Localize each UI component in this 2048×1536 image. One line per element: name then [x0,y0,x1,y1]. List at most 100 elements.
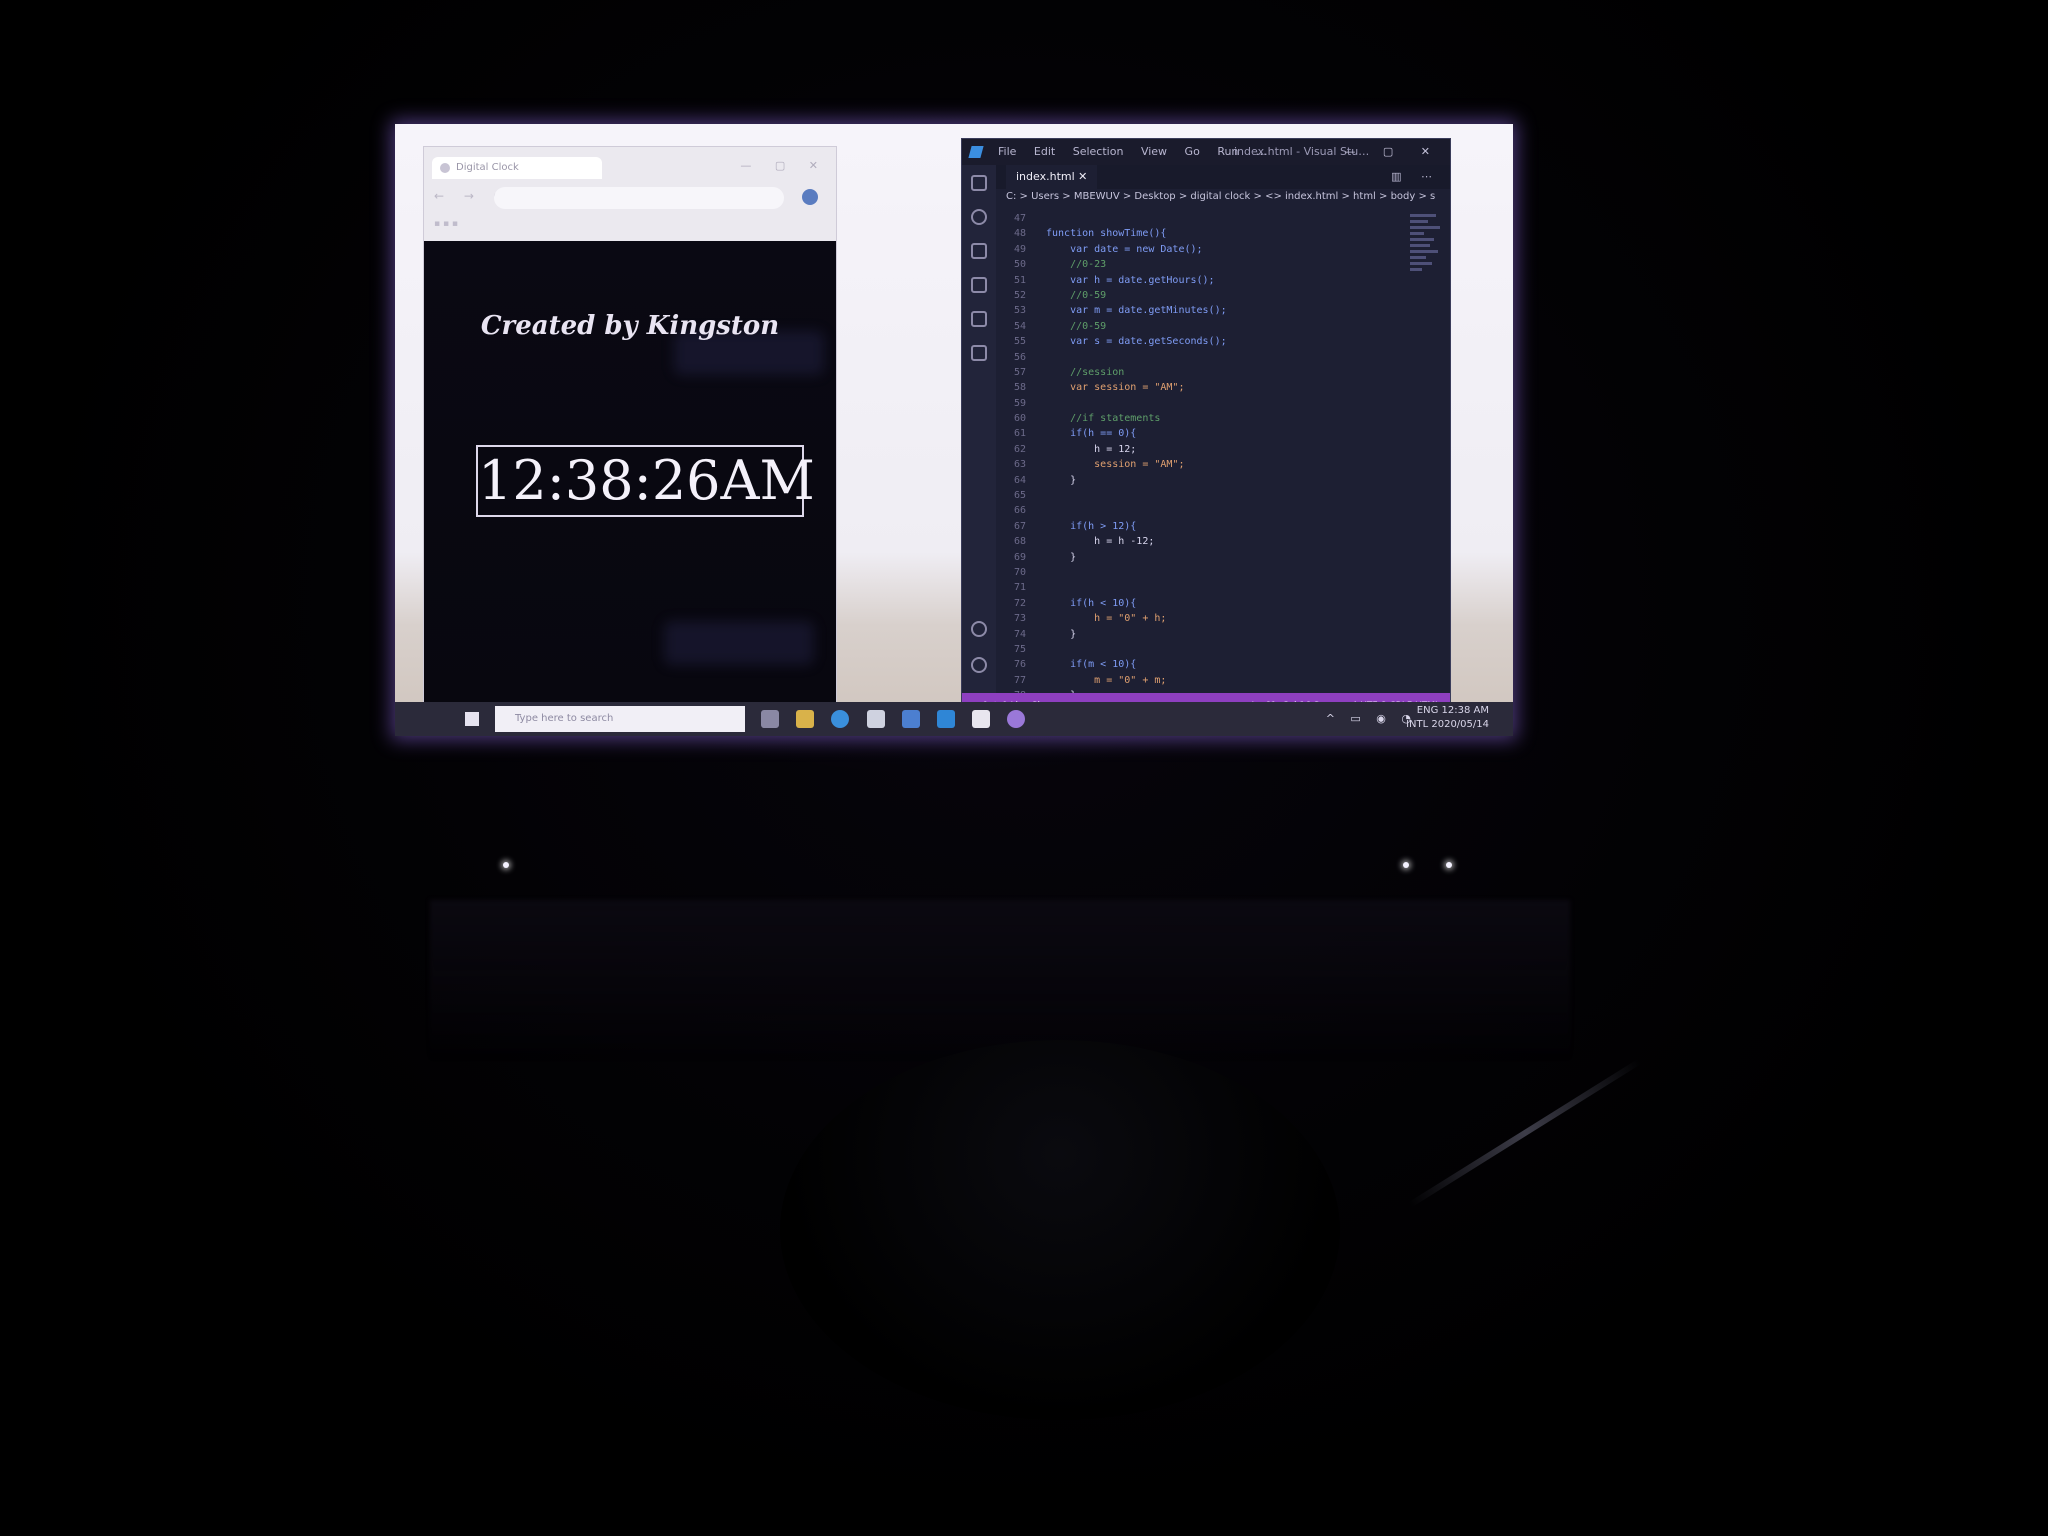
remote-icon[interactable] [971,345,987,361]
line-number: 53 [1013,305,1026,317]
line-number: 75 [1013,643,1026,655]
tray-region: INTL [1406,719,1429,730]
code-line: 56 [996,350,1406,365]
menu-view[interactable]: View [1141,145,1167,158]
line-number: 72 [1013,597,1026,609]
code-line: 76 if(m < 10){ [996,657,1406,672]
bookmarks-bar[interactable]: ▪ ▪ ▪ [434,219,458,229]
chrome-icon[interactable] [1007,710,1026,728]
tab-label: index.html [1016,170,1075,183]
code-text: } [1046,551,1077,563]
profile-avatar-icon[interactable] [802,189,818,205]
clock-title: Created by Kingston [480,311,780,341]
system-tray-clock[interactable]: ENG 12:38 AM INTL 2020/05/14 [1406,704,1489,732]
code-editor[interactable]: 47 48 function showTime(){49 var date = ne… [996,211,1406,693]
extensions-icon[interactable] [971,311,987,327]
code-text: var h = date.getHours(); [1046,274,1215,286]
line-number: 68 [1013,536,1026,548]
address-bar[interactable] [494,187,784,209]
run-debug-icon[interactable] [971,277,987,293]
edge-browser-icon[interactable] [831,710,850,728]
line-number: 57 [1013,366,1026,378]
tray-date: 2020/05/14 [1431,719,1489,730]
line-number: 47 [1013,213,1026,224]
laptop-keyboard [430,900,1570,1060]
line-number: 52 [1013,289,1026,301]
code-line: 63 session = "AM"; [996,457,1406,472]
dark-object-foreground [780,1040,1340,1420]
code-line: 60 //if statements [996,411,1406,426]
code-line: 77 m = "0" + m; [996,673,1406,688]
line-number: 59 [1013,397,1026,409]
code-line: 50 //0-23 [996,257,1406,272]
code-line: 62 h = 12; [996,442,1406,457]
vscode-window-controls[interactable]: — ▢ ✕ [1344,139,1442,165]
split-editor-icon[interactable]: ▥ ⋯ [1391,165,1440,189]
code-line: 69 } [996,550,1406,565]
code-line: 49 var date = new Date(); [996,242,1406,257]
minimap-line [1410,256,1426,259]
close-icon[interactable]: ✕ [1078,170,1087,183]
code-text: h = "0" + h; [1046,613,1167,625]
system-tray-icons[interactable]: ^ ▭ ◉ ◔ [1326,712,1417,725]
line-number: 67 [1013,520,1026,532]
menu-go[interactable]: Go [1185,145,1200,158]
menu-selection[interactable]: Selection [1073,145,1124,158]
notepad-icon[interactable] [972,710,991,728]
line-number: 64 [1013,474,1026,486]
code-line: 72 if(h < 10){ [996,596,1406,611]
breadcrumb[interactable]: C: > Users > MBEWUV > Desktop > digital … [1006,191,1435,202]
code-text: h = 12; [1046,443,1137,455]
explorer-icon[interactable] [971,175,987,191]
code-line: 47 [996,211,1406,226]
indicator-led [1446,862,1452,868]
settings-gear-icon[interactable] [971,657,987,673]
mail-icon[interactable] [901,710,920,728]
clock-page: Created by Kingston 12:38:26AM [424,241,836,703]
code-text: if(h == 0){ [1046,428,1137,440]
line-number: 48 [1013,228,1026,240]
code-text: var m = date.getMinutes(); [1046,305,1227,317]
code-line: 53 var m = date.getMinutes(); [996,303,1406,318]
code-line: 66 [996,503,1406,518]
taskbar-apps [761,710,1039,731]
menu-edit[interactable]: Edit [1034,145,1055,158]
code-line: 59 [996,396,1406,411]
line-number: 73 [1013,613,1026,625]
tab-index-html[interactable]: index.html ✕ [1006,165,1098,189]
minimap-line [1410,220,1428,223]
code-text: } [1046,474,1077,486]
line-number: 61 [1013,428,1026,440]
source-control-icon[interactable] [971,243,987,259]
indicator-led [1403,862,1409,868]
task-view-icon[interactable] [761,710,779,728]
browser-tab[interactable]: Digital Clock [432,157,602,179]
code-line: 48 function showTime(){ [996,226,1406,241]
account-icon[interactable] [971,621,987,637]
store-icon[interactable] [866,710,885,728]
line-number: 51 [1013,274,1026,286]
reflection-blur [664,621,814,665]
minimap-line [1410,232,1424,235]
code-line: 70 [996,565,1406,580]
code-line: 73 h = "0" + h; [996,611,1406,626]
code-line: 75 [996,642,1406,657]
windows-start-icon[interactable] [465,712,479,726]
line-number: 65 [1013,490,1026,502]
code-line: 54 //0-59 [996,319,1406,334]
line-number: 71 [1013,582,1026,594]
vscode-window: File Edit Selection View Go Run … index.… [961,138,1451,720]
minimap[interactable] [1406,211,1446,361]
search-icon[interactable] [971,209,987,225]
favicon-icon [440,163,450,173]
browser-window-controls[interactable]: — ▢ ✕ [740,159,828,172]
vscode-taskbar-icon[interactable] [936,710,955,728]
code-line: 51 var h = date.getHours(); [996,273,1406,288]
code-line: 55 var s = date.getSeconds(); [996,334,1406,349]
file-explorer-icon[interactable] [796,710,815,728]
menu-file[interactable]: File [998,145,1016,158]
taskbar-search-input[interactable]: Type here to search [495,706,745,732]
minimap-line [1410,226,1440,229]
code-text: h = h -12; [1046,536,1155,548]
minimap-line [1410,244,1430,247]
